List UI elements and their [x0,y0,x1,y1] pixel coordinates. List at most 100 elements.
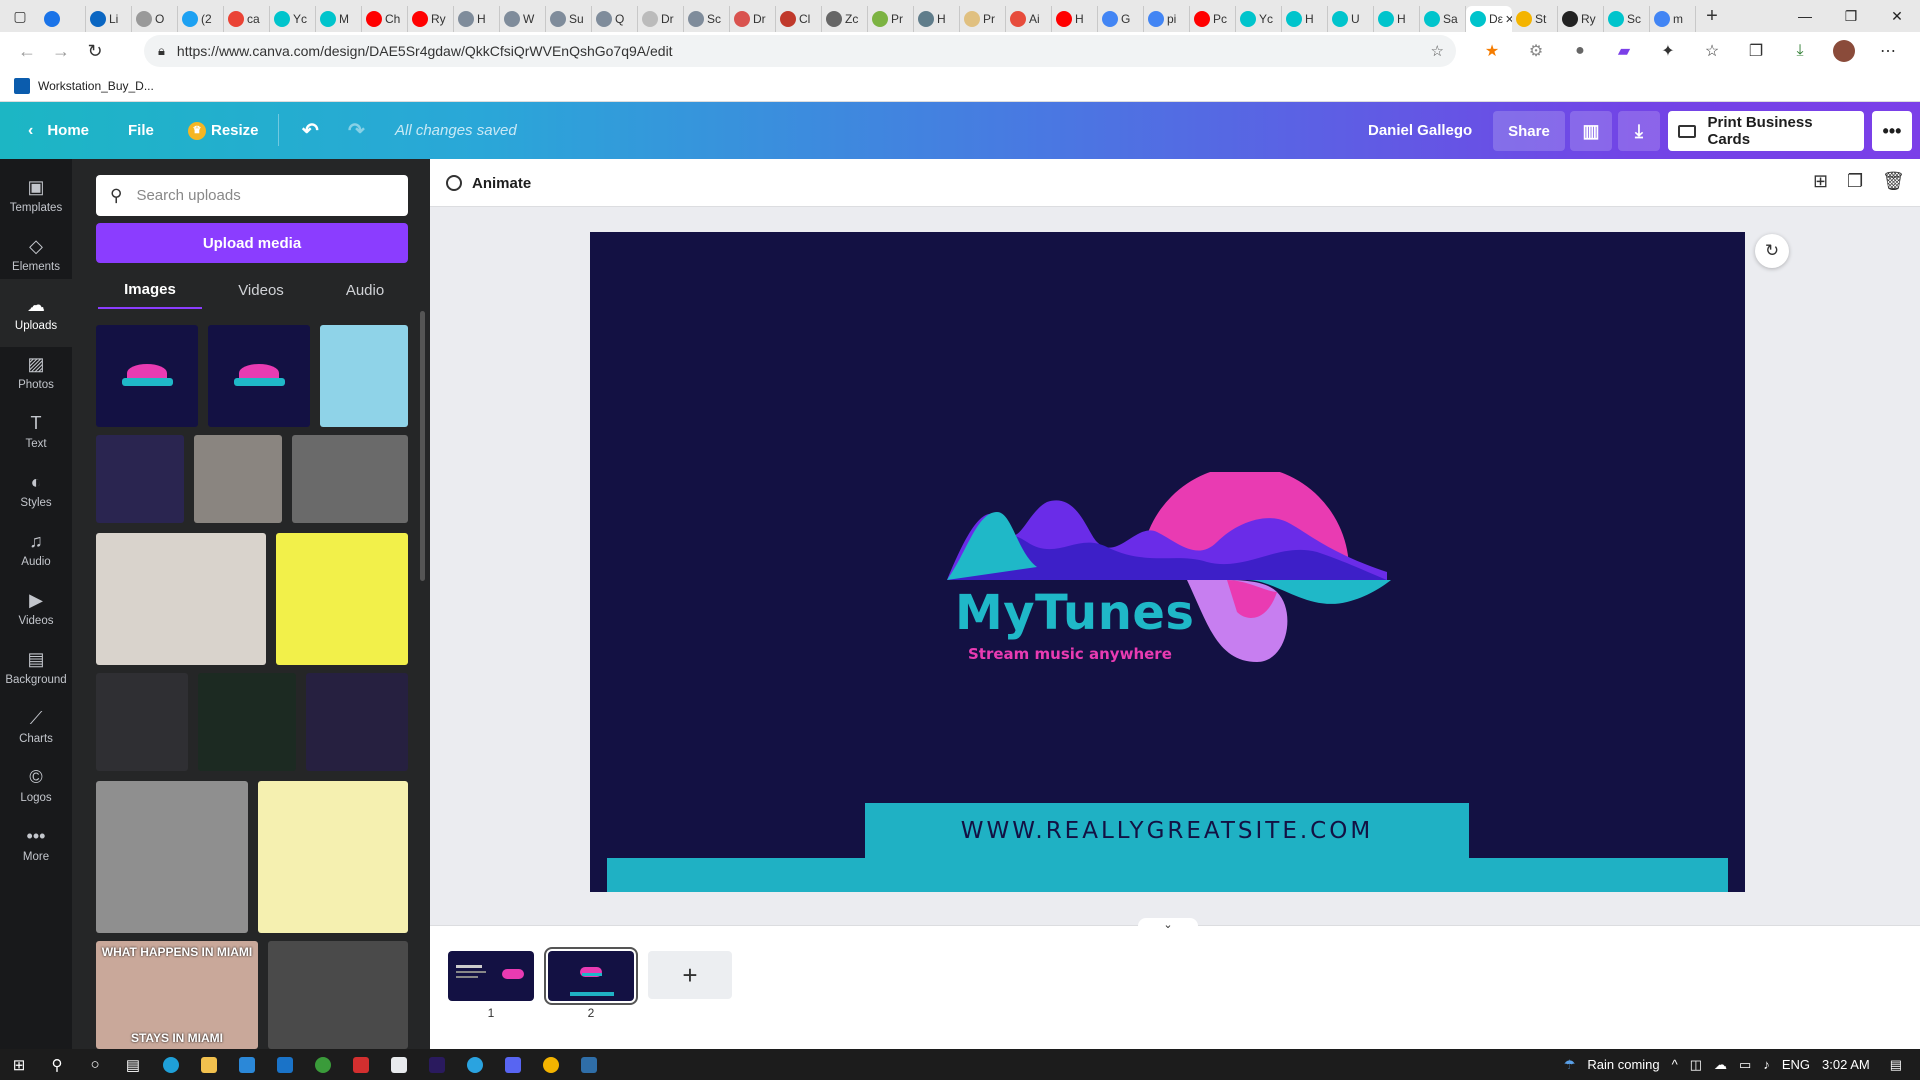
redo-button[interactable]: ↷ [338,111,375,151]
cortana-icon[interactable]: ○ [76,1049,114,1080]
design-page[interactable]: MyTunes Stream music anywhere WWW.REALLY… [590,232,1745,892]
browser-tab[interactable]: H [454,6,500,32]
browser-tab[interactable]: H [1374,6,1420,32]
network-icon[interactable]: ◫ [1690,1057,1702,1073]
pixel-dino-thumb[interactable] [276,533,408,665]
share-button[interactable]: Share [1493,111,1565,151]
search-input[interactable]: ⚲ Search uploads [96,175,408,216]
close-window-icon[interactable]: ✕ [1874,0,1920,32]
browser-tab[interactable]: Q [592,6,638,32]
resize-button[interactable]: ♛ Resize [178,111,269,151]
brand-tagline[interactable]: Stream music anywhere [968,645,1172,663]
page-thumbnail-2[interactable] [544,947,638,1005]
bottom-band-shape[interactable] [607,858,1728,892]
golden-ape-thumb[interactable] [258,781,408,933]
browser-tab[interactable]: Ai [1006,6,1052,32]
back-icon[interactable]: ← [10,34,44,68]
browser-tab[interactable]: Pr [960,6,1006,32]
rail-item-audio[interactable]: ♫ Audio [0,515,72,583]
extension-icon[interactable]: ● [1558,42,1602,60]
meme-doll-thumb[interactable]: WHAT HAPPENS IN MIAMI STAYS IN MIAMI [96,941,258,1049]
weather-text[interactable]: Rain coming [1587,1057,1659,1072]
puzzle-icon[interactable]: ✦ [1646,41,1690,61]
browser-tab[interactable]: m [1650,6,1696,32]
notifications-icon[interactable]: ▤ [1890,1057,1902,1073]
browser-tab[interactable]: Dr [638,6,684,32]
ape-nft-thumb[interactable] [96,781,248,933]
isometric-room-thumb[interactable] [306,673,408,771]
mail-icon[interactable] [266,1049,304,1080]
browser-tab[interactable]: G [1098,6,1144,32]
browser-tab[interactable]: Su [546,6,592,32]
browser-tab[interactable]: Zc [822,6,868,32]
add-page-icon[interactable]: ⊞ [1813,171,1828,192]
bookmark-item[interactable]: Workstation_Buy_D... [38,79,154,93]
tab-audio[interactable]: Audio [320,271,410,309]
browser-tab[interactable] [40,6,86,32]
delete-page-icon[interactable]: 🗑︎ [1882,171,1905,192]
xbox-icon[interactable] [304,1049,342,1080]
store-icon[interactable] [228,1049,266,1080]
rail-item-photos[interactable]: ▨ Photos [0,338,72,406]
man-holding-drawing-thumb[interactable] [96,533,266,665]
minimize-icon[interactable]: — [1782,0,1828,32]
browser-tab[interactable]: W [500,6,546,32]
mytunes-logo-graphic[interactable] [947,472,1391,672]
isometric-island-thumb[interactable] [198,673,296,771]
browser-tab[interactable]: (2 [178,6,224,32]
reload-icon[interactable]: ↻ [78,34,112,68]
browser-tab[interactable]: Ch [362,6,408,32]
edge-app-icon[interactable] [152,1049,190,1080]
browser-tab[interactable]: Sc [1604,6,1650,32]
acrobat-icon[interactable] [342,1049,380,1080]
rail-item-text[interactable]: T Text [0,397,72,465]
mytunes-logo-thumb[interactable] [208,325,310,427]
language-indicator[interactable]: ENG [1782,1057,1810,1072]
tab-images[interactable]: Images [98,271,202,309]
browser-tab[interactable]: St [1512,6,1558,32]
app-icon[interactable] [380,1049,418,1080]
rail-item-videos[interactable]: ▶ Videos [0,574,72,642]
anime-character-thumb[interactable] [96,435,184,523]
premiere-icon[interactable] [418,1049,456,1080]
browser-menu-icon[interactable]: ⋯ [1866,41,1910,61]
clock[interactable]: 3:02 AM [1822,1057,1870,1072]
extension-icon[interactable]: ★ [1470,41,1514,61]
task-view-icon[interactable]: ▤ [114,1049,152,1080]
browser-tab[interactable]: Sc [684,6,730,32]
browser-tab[interactable]: Ry [1558,6,1604,32]
favorites-icon[interactable]: ☆ [1690,41,1734,61]
cap-thumb[interactable] [96,673,188,771]
rail-item-elements[interactable]: ◇ Elements [0,220,72,288]
hide-pages-chevron-icon[interactable]: ⌄ [1138,918,1198,932]
search-icon[interactable]: ⚲ [38,1049,76,1080]
brand-name[interactable]: MyTunes [955,585,1195,641]
duplicate-page-icon[interactable]: ❐ [1847,171,1863,192]
close-tab-icon[interactable]: ✕ [1505,13,1512,26]
tab-actions-icon[interactable]: ▢ [0,0,40,32]
browser-tab[interactable]: pi [1144,6,1190,32]
profile-avatar[interactable] [1822,40,1866,62]
more-options-icon[interactable]: ••• [1872,111,1912,151]
undo-button[interactable]: ↶ [292,111,329,151]
chevron-up-icon[interactable]: ^ [1672,1057,1678,1072]
panel-scrollbar[interactable] [420,311,425,581]
rail-item-templates[interactable]: ▣ Templates [0,161,72,229]
file-explorer-icon[interactable] [190,1049,228,1080]
rail-item-charts[interactable]: ⟋ Charts [0,692,72,760]
rail-item-styles[interactable]: ◐ Styles [0,456,72,524]
man-cards-photo-thumb[interactable] [292,435,408,523]
app-icon[interactable] [570,1049,608,1080]
user-name[interactable]: Daniel Gallego [1368,122,1472,139]
page-thumbnail-1[interactable] [448,951,534,1001]
rail-item-logos[interactable]: © Logos [0,751,72,819]
browser-tab[interactable]: Cl [776,6,822,32]
mytunes-logo-thumb[interactable] [96,325,198,427]
downloads-icon[interactable]: ⤓ [1778,42,1822,60]
home-button[interactable]: ‹ Home [18,111,99,151]
start-icon[interactable]: ⊞ [0,1049,38,1080]
add-page-button[interactable]: + [648,951,732,999]
onedrive-icon[interactable]: ☁ [1714,1057,1727,1073]
animate-button[interactable]: Animate [446,168,531,198]
browser-tab[interactable]: Yc [270,6,316,32]
